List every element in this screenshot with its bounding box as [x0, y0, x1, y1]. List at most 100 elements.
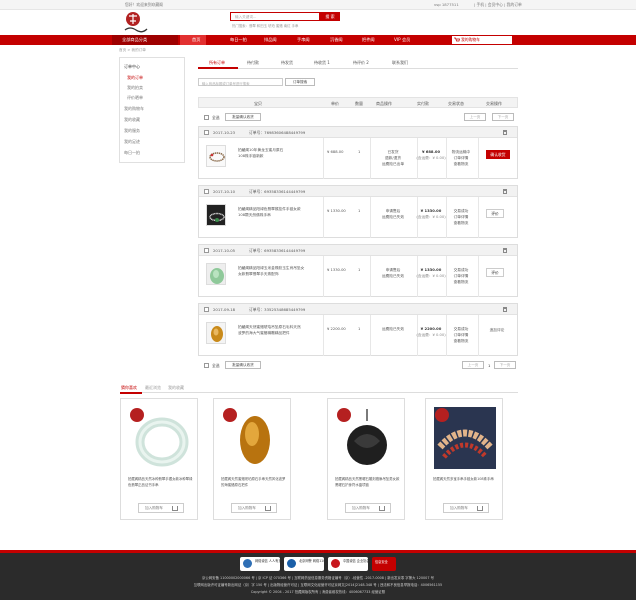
sidebar-item-footprints[interactable]: 我的足迹 — [124, 139, 140, 145]
user-link[interactable]: vsp 1877511 — [434, 2, 459, 7]
tab-my-favorites[interactable]: 我的收藏 — [168, 385, 184, 391]
footer-badge[interactable]: 北京网警 网络110 — [284, 557, 326, 571]
tab-recently-viewed[interactable]: 最近浏览 — [145, 385, 161, 391]
op-after-sale[interactable]: 申请售后 — [386, 209, 401, 213]
product-card-title[interactable]: 拍藏阁精品天然黑曜石雕刻貔貅吊坠男女款黑曜石护身符水晶项链 — [335, 477, 401, 488]
footer-badge-label: 北京网警 网络110 — [299, 559, 326, 563]
select-all-checkbox[interactable] — [204, 363, 209, 368]
paid-total: ¥ 2200.00 — [420, 327, 442, 331]
site-logo[interactable] — [124, 11, 148, 33]
order-details-link[interactable]: 订单详情 — [454, 156, 469, 160]
product-image[interactable] — [129, 407, 191, 469]
product-thumbnail[interactable] — [206, 263, 226, 285]
search-button[interactable]: 搜 索 — [320, 12, 340, 21]
product-card-title[interactable]: 拍藏阁天然蜜蜡琥珀原石手串天然风化波罗的海蜜蜡原石把件 — [221, 477, 287, 488]
order-checkbox[interactable] — [204, 248, 209, 253]
add-to-cart-button[interactable]: 加入购物车 — [345, 503, 391, 513]
tab-pending-payment[interactable]: 待付款 — [247, 60, 259, 66]
batch-confirm-button[interactable]: 批量确认收货 — [225, 113, 261, 121]
product-image[interactable] — [336, 407, 398, 469]
review-button[interactable]: 评价 — [486, 209, 504, 218]
op-refund[interactable]: 退款/退货 — [385, 156, 401, 160]
view-logistics-link[interactable]: 查看物流 — [454, 162, 469, 166]
next-page-button[interactable]: 下一页 — [494, 361, 516, 369]
all-categories-button[interactable]: 全部商品分类 — [112, 35, 178, 45]
view-logistics-link[interactable]: 查看物流 — [454, 280, 469, 284]
product-card-title[interactable]: 拍藏阁精品天然冰种翡翠手镯女款冰种翠绿色翡翠正品证书手串 — [128, 477, 194, 488]
sidebar-item-services[interactable]: 我的服务 — [124, 128, 140, 134]
top-links[interactable]: | 手机 | 会员中心 | 我的订单 — [474, 2, 522, 8]
nav-home-label[interactable]: 首页 — [192, 37, 200, 43]
add-to-cart-button[interactable]: 加入购物车 — [443, 503, 489, 513]
nav-pinpin[interactable]: 排品阁 — [264, 37, 277, 43]
add-to-cart-button[interactable]: 加入购物车 — [231, 503, 277, 513]
product-title[interactable]: 拍藏阁天然蜜蜡琥珀吊坠原石毛料天然 波罗的海大气蜜蜡精雕精品把件 — [238, 324, 301, 336]
view-logistics-link[interactable]: 查看物流 — [454, 339, 469, 343]
confirm-receipt-button[interactable]: 确认收货 — [486, 150, 510, 159]
tab-pending-review[interactable]: 待评价 2 — [353, 60, 369, 66]
view-logistics-link[interactable]: 查看物流 — [454, 221, 469, 225]
tab-pending-shipment[interactable]: 待发货 — [281, 60, 293, 66]
order-checkbox[interactable] — [204, 307, 209, 312]
trash-icon[interactable] — [503, 307, 507, 312]
product-card[interactable]: 拍藏阁天然蜜蜡琥珀原石手串天然风化波罗的海蜜蜡原石把件 加入购物车 — [213, 398, 291, 520]
current-page[interactable]: 1 — [488, 363, 490, 368]
order-details-link[interactable]: 订单详情 — [454, 274, 469, 278]
prev-page-button[interactable]: 上一页 — [464, 113, 486, 121]
nav-vip[interactable]: VIP 会员 — [394, 37, 410, 43]
order-checkbox[interactable] — [204, 130, 209, 135]
product-title[interactable]: 拍藏阁精品阳绿玉米金橡胶玉生肖吊坠女 女款翡翠翡翠手天珠配饰 — [238, 265, 304, 277]
tab-pending-receipt[interactable]: 待收货 1 — [314, 60, 330, 66]
nav-daily-auction[interactable]: 每日一拍 — [230, 37, 247, 43]
tab-all-orders[interactable]: 所有订单 — [209, 60, 225, 66]
cart-button[interactable]: 我的购物车 — [452, 36, 512, 44]
footer-badge[interactable]: 中国诚信 企业协会 — [328, 557, 370, 571]
sidebar-item-cart[interactable]: 我的购物车 — [124, 106, 144, 112]
trash-icon[interactable] — [503, 130, 507, 135]
col-status[interactable]: 交易状态 — [448, 101, 464, 107]
trash-icon[interactable] — [503, 248, 507, 253]
nav-bracelet[interactable]: 手串阁 — [297, 37, 310, 43]
footer-badge[interactable]: 网络诚信 人人有责 — [240, 557, 282, 571]
trash-icon[interactable] — [503, 189, 507, 194]
sidebar-item-reviews[interactable]: 评价晒单 — [127, 95, 143, 101]
batch-confirm-button[interactable]: 批量确认收货 — [225, 361, 261, 369]
product-card[interactable]: 拍藏阁天然多宝手串手链女款108珠手串 加入购物车 — [425, 398, 503, 520]
product-card[interactable]: 拍藏阁精品天然冰种翡翠手镯女款冰种翠绿色翡翠正品证书手串 加入购物车 — [120, 398, 198, 520]
review-button[interactable]: 评价 — [486, 268, 504, 277]
order-details-link[interactable]: 订单详情 — [454, 215, 469, 219]
footer-badge[interactable]: 信息安全 — [372, 557, 396, 571]
product-thumbnail[interactable] — [206, 322, 226, 344]
order-details-link[interactable]: 订单详情 — [454, 333, 469, 337]
product-card-title[interactable]: 拍藏阁天然多宝手串手链女款108珠手串 — [433, 477, 499, 483]
order-checkbox[interactable] — [204, 189, 209, 194]
next-page-button[interactable]: 下一页 — [492, 113, 514, 121]
product-image[interactable] — [434, 407, 496, 469]
product-thumbnail[interactable] — [206, 145, 226, 167]
product-card[interactable]: 拍藏阁精品天然黑曜石雕刻貔貅吊坠男女款黑曜石护身符水晶项链 加入购物车 — [327, 398, 405, 520]
sidebar-item-favorites[interactable]: 我的收藏 — [124, 117, 140, 123]
append-review-link[interactable]: 追加评论 — [481, 327, 513, 333]
select-all-label: 全选 — [212, 115, 220, 120]
product-thumbnail[interactable] — [206, 204, 226, 226]
order-search-button[interactable]: 订单搜索 — [285, 78, 315, 86]
hot-keywords[interactable]: 热门搜索：翡翠 和田玉 琥珀 蜜蜡 南红 手串 — [232, 23, 298, 28]
product-title[interactable]: 拍藏阁精品阳绿色翡翠猴挂件手链女款 108颗天然佛珠手串 — [238, 206, 301, 218]
prev-page-button[interactable]: 上一页 — [462, 361, 484, 369]
order-search-input[interactable]: 输入商品标题或订单号进行搜索 — [198, 78, 283, 86]
sidebar-item-my-orders[interactable]: 我的订单 — [127, 75, 143, 81]
tab-contact-us[interactable]: 联系我们 — [392, 60, 408, 66]
tab-guess-you-like[interactable]: 猜你喜欢 — [121, 385, 137, 391]
op-after-sale[interactable]: 申请售后 — [386, 268, 401, 272]
sidebar-item-my-auctions[interactable]: 我的拍卖 — [127, 85, 143, 91]
nav-handpiece[interactable]: 把件阁 — [362, 37, 375, 43]
add-to-cart-button[interactable]: 加入购物车 — [138, 503, 184, 513]
product-image[interactable] — [222, 407, 284, 469]
sidebar-item-daily-auction[interactable]: 每日一拍 — [124, 150, 140, 156]
search-input[interactable]: 输入关键词... — [230, 12, 320, 21]
select-all-checkbox[interactable] — [204, 115, 209, 120]
product-title[interactable]: 拍藏阁10年黄龙玉蜜月原石 108珠手链新款 — [238, 147, 283, 159]
nav-agarwood[interactable]: 沉香阁 — [330, 37, 343, 43]
sidebar-heading-order-center[interactable]: 订单中心 — [124, 64, 140, 70]
order-status: 交易成功 订单详情 查看物流 — [445, 208, 477, 226]
